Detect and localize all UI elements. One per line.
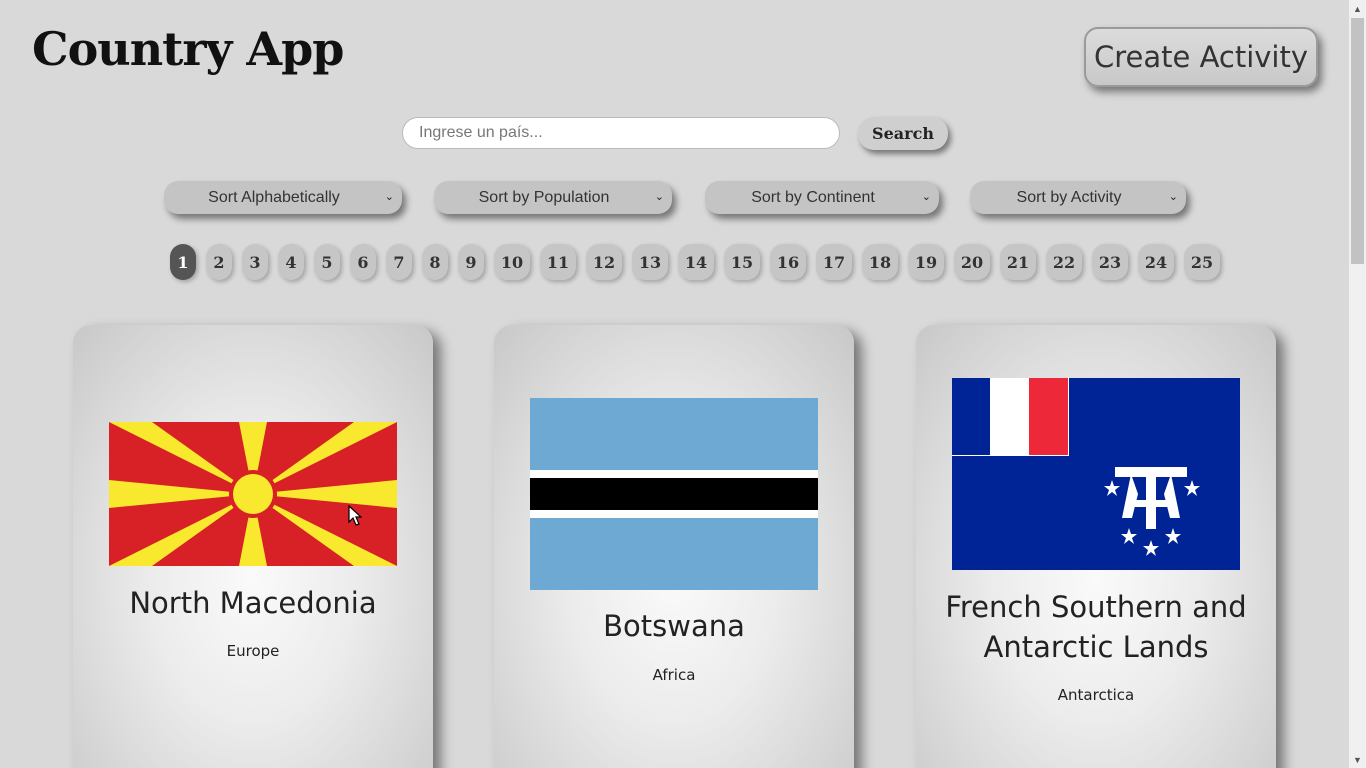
- scrollbar-thumb[interactable]: [1351, 18, 1364, 264]
- page-button-active[interactable]: 1: [170, 244, 196, 280]
- chevron-down-icon: ⌄: [384, 191, 394, 203]
- search-input[interactable]: [402, 117, 840, 149]
- country-continent: Africa: [652, 666, 696, 684]
- scroll-up-arrow-icon[interactable]: ▲: [1349, 0, 1366, 17]
- page-button[interactable]: 8: [422, 244, 448, 280]
- page-button[interactable]: 7: [386, 244, 412, 280]
- sort-continent-select[interactable]: Sort by Continent ⌄: [705, 181, 939, 214]
- page-button[interactable]: 20: [954, 244, 990, 280]
- country-card-botswana[interactable]: Botswana Africa: [494, 325, 854, 768]
- search-button[interactable]: Search: [858, 117, 948, 150]
- page-button[interactable]: 13: [632, 244, 668, 280]
- mouse-cursor-icon: [348, 505, 362, 526]
- page-button[interactable]: 25: [1184, 244, 1220, 280]
- page-button[interactable]: 15: [724, 244, 760, 280]
- create-activity-button[interactable]: Create Activity: [1084, 27, 1318, 87]
- pagination: 1 2 3 4 5 6 7 8 9 10 11 12 13 14 15 16 1…: [170, 244, 1230, 280]
- page-button[interactable]: 10: [494, 244, 530, 280]
- sort-activity-select[interactable]: Sort by Activity ⌄: [970, 181, 1186, 214]
- sort-alphabetically-label: Sort Alphabetically: [208, 188, 340, 206]
- country-card-french-southern-antarctic-lands[interactable]: French Southern and Antarctic Lands Anta…: [916, 325, 1276, 768]
- page-button[interactable]: 2: [206, 244, 232, 280]
- page-button[interactable]: 4: [278, 244, 304, 280]
- page-button[interactable]: 24: [1138, 244, 1174, 280]
- sort-alphabetically-select[interactable]: Sort Alphabetically ⌄: [164, 181, 402, 214]
- sort-continent-label: Sort by Continent: [751, 188, 875, 206]
- page-button[interactable]: 3: [242, 244, 268, 280]
- page-button[interactable]: 17: [816, 244, 852, 280]
- country-name: North Macedonia: [129, 586, 377, 620]
- country-name: French Southern and Antarctic Lands: [945, 590, 1247, 664]
- page-button[interactable]: 5: [314, 244, 340, 280]
- country-continent: Antarctica: [1057, 686, 1135, 704]
- page-button[interactable]: 12: [586, 244, 622, 280]
- page-button[interactable]: 11: [540, 244, 576, 280]
- scroll-down-arrow-icon[interactable]: ▼: [1349, 751, 1366, 768]
- page-button[interactable]: 22: [1046, 244, 1082, 280]
- chevron-down-icon: ⌄: [654, 191, 664, 203]
- page-button[interactable]: 9: [458, 244, 484, 280]
- french-southern-antarctic-lands-flag-icon: [952, 378, 1240, 570]
- country-card-north-macedonia[interactable]: North Macedonia Europe: [73, 325, 433, 768]
- page-button[interactable]: 23: [1092, 244, 1128, 280]
- country-continent: Europe: [226, 642, 280, 660]
- chevron-down-icon: ⌄: [921, 191, 931, 203]
- page-button[interactable]: 18: [862, 244, 898, 280]
- app-title: Country App: [32, 22, 344, 76]
- vertical-scrollbar[interactable]: ▲ ▼: [1349, 0, 1366, 768]
- sort-population-label: Sort by Population: [478, 188, 610, 206]
- page-button[interactable]: 14: [678, 244, 714, 280]
- page-button[interactable]: 21: [1000, 244, 1036, 280]
- page-button[interactable]: 19: [908, 244, 944, 280]
- page-button[interactable]: 16: [770, 244, 806, 280]
- botswana-flag-icon: [530, 398, 818, 590]
- sort-activity-label: Sort by Activity: [1016, 188, 1122, 206]
- sort-population-select[interactable]: Sort by Population ⌄: [434, 181, 672, 214]
- country-name: Botswana: [603, 609, 745, 643]
- chevron-down-icon: ⌄: [1168, 191, 1178, 203]
- page-button[interactable]: 6: [350, 244, 376, 280]
- north-macedonia-flag-icon: [109, 422, 397, 566]
